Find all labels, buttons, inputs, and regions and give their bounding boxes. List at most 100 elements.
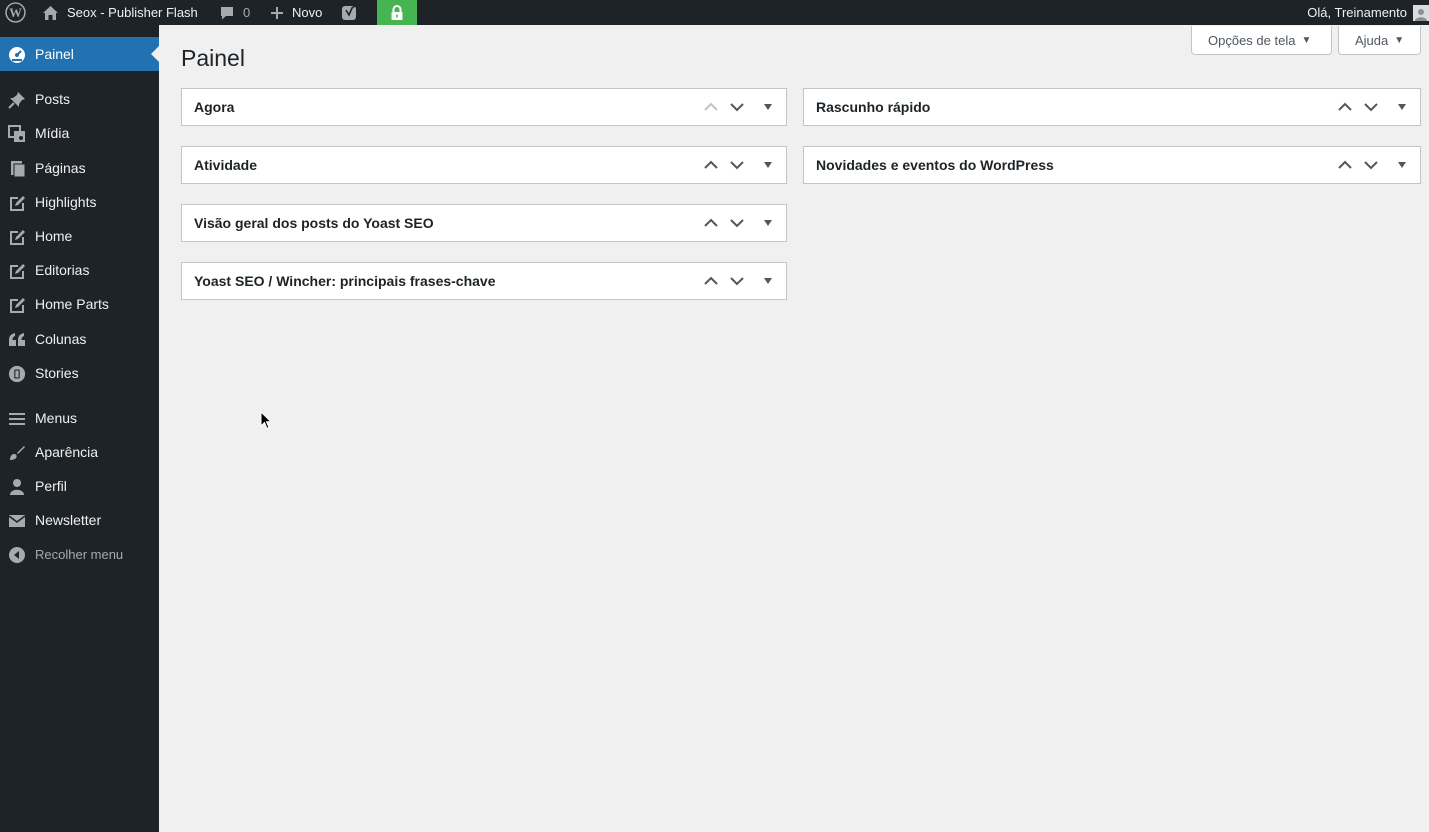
collapse-arrow-icon [8,546,26,564]
move-down-icon[interactable] [724,263,750,299]
sidebar-item-label: Perfil [35,478,67,494]
greeting-label: Olá, Treinamento [1307,5,1407,20]
sidebar-item-label: Páginas [35,160,86,176]
comments-count: 0 [243,5,251,20]
sidebar-item-label: Painel [35,46,74,62]
toggle-panel-icon[interactable] [1384,147,1420,183]
dashboard-icon [8,46,26,64]
sidebar-item-colunas[interactable]: Colunas [0,322,159,356]
toggle-panel-icon[interactable] [1384,89,1420,125]
sidebar-item-highlights[interactable]: Highlights [0,185,159,219]
widget-controls [1332,89,1420,125]
widget-title[interactable]: Atividade [194,157,257,173]
sidebar-item-label: Editorias [35,262,90,278]
move-up-icon[interactable] [698,147,724,183]
sidebar-item-stories[interactable]: Stories [0,356,159,390]
comments-link[interactable]: 0 [219,0,250,25]
toggle-panel-icon[interactable] [750,205,786,241]
sidebar-item-home-parts[interactable]: Home Parts [0,287,159,321]
help-button[interactable]: Ajuda ▼ [1338,26,1421,55]
toggle-panel-icon[interactable] [750,89,786,125]
account-menu[interactable]: Olá, Treinamento [1307,0,1429,25]
plus-icon [270,6,284,20]
wordpress-logo-icon[interactable]: W [5,0,26,25]
widget-yoast-wincher: Yoast SEO / Wincher: principais frases-c… [181,262,787,300]
yoast-icon[interactable] [341,0,359,25]
collapse-menu-label: Recolher menu [35,546,124,562]
email-icon [8,512,26,530]
media-icon [8,125,26,143]
admin-bar: W Seox - Publisher Flash 0 Novo Olá, Tre… [0,0,1429,25]
user-icon [8,478,26,496]
sidebar-item-editorias[interactable]: Editorias [0,253,159,287]
site-name-link[interactable]: Seox - Publisher Flash [42,0,198,25]
widget-agora: Agora [181,88,787,126]
sidebar-item-label: Highlights [35,194,97,210]
toggle-panel-icon[interactable] [750,263,786,299]
new-content-link[interactable]: Novo [270,0,322,25]
main-content: Opções de tela ▼ Ajuda ▼ Painel Agora At… [159,25,1429,832]
edit-page-icon [8,296,26,314]
menu-lines-icon [8,410,26,428]
widget-atividade: Atividade [181,146,787,184]
sidebar-item-midia[interactable]: Mídia [0,116,159,150]
sidebar-item-posts[interactable]: Posts [0,82,159,116]
page-title: Painel [181,45,245,71]
move-up-icon[interactable] [698,205,724,241]
sidebar-item-label: Stories [35,365,79,381]
widget-title[interactable]: Agora [194,99,234,115]
edit-page-icon [8,194,26,212]
caret-down-icon: ▼ [1301,34,1312,46]
widget-controls [698,263,786,299]
widget-title[interactable]: Novidades e eventos do WordPress [816,157,1054,173]
stories-icon [8,365,26,383]
widget-title[interactable]: Rascunho rápido [816,99,930,115]
widget-wordpress-events: Novidades e eventos do WordPress [803,146,1421,184]
sidebar-item-label: Newsletter [35,512,102,528]
sidebar-item-newsletter[interactable]: Newsletter [0,503,159,537]
screen-options-button[interactable]: Opções de tela ▼ [1191,26,1332,55]
sidebar-item-painel[interactable]: Painel [0,37,159,71]
sidebar-item-label: Home Parts [35,296,109,312]
sidebar-item-home[interactable]: Home [0,219,159,253]
sidebar-item-menus[interactable]: Menus [0,401,159,435]
widget-controls [698,147,786,183]
widget-title[interactable]: Visão geral dos posts do Yoast SEO [194,215,434,231]
sidebar-item-aparencia[interactable]: Aparência [0,435,159,469]
home-icon [42,5,59,21]
move-down-icon[interactable] [724,89,750,125]
new-label: Novo [292,5,323,20]
widget-controls [698,89,786,125]
move-down-icon[interactable] [724,205,750,241]
widget-controls [1332,147,1420,183]
edit-page-icon [8,228,26,246]
move-up-icon[interactable] [698,263,724,299]
move-up-icon[interactable] [698,89,724,125]
widget-rascunho-rapido: Rascunho rápido [803,88,1421,126]
sidebar-item-label: Menus [35,410,78,426]
toggle-panel-icon[interactable] [750,147,786,183]
help-label: Ajuda [1355,32,1389,48]
widget-yoast-overview: Visão geral dos posts do Yoast SEO [181,204,787,242]
move-down-icon[interactable] [1358,89,1384,125]
sidebar-item-perfil[interactable]: Perfil [0,469,159,503]
sidebar-item-label: Colunas [35,331,87,347]
avatar [1413,4,1429,21]
move-up-icon[interactable] [1332,147,1358,183]
svg-text:W: W [9,6,22,20]
move-down-icon[interactable] [724,147,750,183]
widget-title[interactable]: Yoast SEO / Wincher: principais frases-c… [194,273,496,289]
sidebar-item-paginas[interactable]: Páginas [0,151,159,185]
pages-icon [8,160,26,178]
move-up-icon[interactable] [1332,89,1358,125]
pin-icon [8,91,26,109]
move-down-icon[interactable] [1358,147,1384,183]
widget-controls [698,205,786,241]
collapse-menu-button[interactable]: Recolher menu [0,537,159,571]
quote-icon [8,331,26,349]
sidebar-item-label: Aparência [35,444,99,460]
edit-page-icon [8,262,26,280]
sidebar-item-label: Mídia [35,125,70,141]
screen-options-label: Opções de tela [1208,32,1296,48]
lock-icon[interactable] [377,0,417,25]
